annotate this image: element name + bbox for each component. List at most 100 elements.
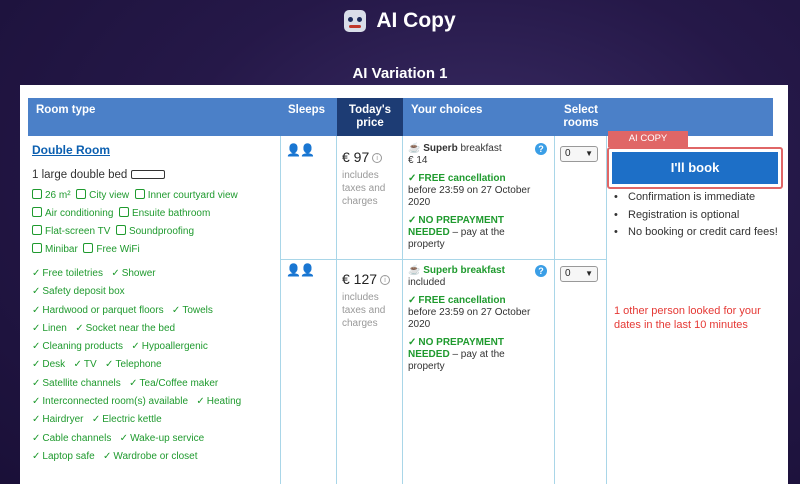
amenity: Inner courtyard view xyxy=(147,190,238,201)
minibar-icon xyxy=(32,243,42,253)
check-icon: ✓ xyxy=(32,396,41,408)
facility-item: Interconnected room(s) available xyxy=(42,396,189,408)
check-icon: ✓ xyxy=(73,359,82,371)
price-value: € 97 xyxy=(342,149,370,165)
wifi-icon xyxy=(83,243,94,253)
amenities-list: 26 m² City view Inner courtyard view Air… xyxy=(32,187,277,259)
sleeps-icon: 👤👤 xyxy=(286,263,315,277)
benefit-item: No booking or credit card fees! xyxy=(612,226,780,240)
sleeps-icon: 👤👤 xyxy=(286,143,315,157)
check-icon: ✓ xyxy=(196,396,205,408)
check-icon: ✓ xyxy=(91,414,101,426)
header-select-rooms: Select rooms xyxy=(563,104,599,129)
facility-row: ✓ Satellite channels ✓ Tea/Coffee maker xyxy=(32,375,277,393)
info-icon[interactable]: i xyxy=(372,153,383,163)
question-icon[interactable]: ? xyxy=(535,265,547,277)
rooms-select[interactable]: 0 ▼ xyxy=(560,266,598,282)
amenity: Free WiFi xyxy=(96,244,140,255)
check-icon: ✓ xyxy=(32,450,41,462)
cancellation-option: ✓ FREE cancellation before 23:59 on 27 Oct… xyxy=(408,173,543,209)
check-icon: ✓ xyxy=(408,173,417,184)
amenity: Ensuite bathroom xyxy=(131,208,211,219)
robot-logo-icon xyxy=(344,10,367,32)
amenity: Soundproofing xyxy=(128,226,195,237)
cancellation-text: before 23:59 on 27 October 2020 xyxy=(408,307,531,330)
chevron-down-icon: ▼ xyxy=(585,149,593,158)
breakfast-label: included xyxy=(408,277,446,288)
question-icon[interactable]: ? xyxy=(535,143,547,155)
facility-row: ✓ Hairdryer ✓ Electric kettle xyxy=(32,411,277,429)
tv-icon xyxy=(32,225,42,235)
divider xyxy=(280,136,281,484)
check-icon: ✓ xyxy=(119,432,129,444)
facility-item: Safety deposit box xyxy=(42,286,125,298)
facility-item: Wardrobe or closet xyxy=(113,450,198,462)
facility-row: ✓ Laptop safe ✓ Wardrobe or closet xyxy=(32,448,277,466)
check-icon: ✓ xyxy=(75,322,84,334)
amenity-row: Minibar Free WiFi xyxy=(32,241,277,259)
facility-row: ✓ Cleaning products ✓ Hypoallergenic xyxy=(32,338,277,356)
facility-row: ✓ Desk ✓ TV ✓ Telephone xyxy=(32,356,277,374)
facility-item: Telephone xyxy=(115,359,162,371)
amenity: Air conditioning xyxy=(45,208,114,219)
variation-title: AI Variation 1 xyxy=(352,65,448,82)
check-icon: ✓ xyxy=(32,432,41,444)
check-icon: ✓ xyxy=(129,377,138,389)
app-header: AI Copy xyxy=(0,6,800,36)
divider xyxy=(280,259,606,260)
soundproof-icon xyxy=(115,225,126,235)
room-name-link[interactable]: Double Room xyxy=(32,143,110,157)
coffee-icon: ☕ xyxy=(408,265,421,276)
facility-item: Laptop safe xyxy=(42,450,95,462)
facility-row: ✓ Cable channels ✓ Wake-up service xyxy=(32,430,277,448)
check-icon: ✓ xyxy=(171,304,181,316)
divider xyxy=(402,136,403,484)
check-icon: ✓ xyxy=(32,304,41,316)
check-icon: ✓ xyxy=(408,337,417,348)
header-your-choices: Your choices xyxy=(411,104,483,116)
booking-benefits: Confirmation is immediate Registration i… xyxy=(612,191,780,244)
breakfast-title: Superb xyxy=(423,143,458,154)
divider xyxy=(554,136,555,484)
facility-item: Hardwood or parquet floors xyxy=(42,304,164,316)
room-type-cell: Double Room 1 large double bed 26 m² Cit… xyxy=(32,143,277,466)
facility-item: Hairdryer xyxy=(42,414,84,426)
facility-item: Electric kettle xyxy=(102,414,162,426)
facility-item: Socket near the bed xyxy=(85,322,176,334)
check-icon: ✓ xyxy=(32,286,41,298)
ai-copy-tag: AI COPY xyxy=(608,131,688,147)
rooms-select-value: 0 xyxy=(565,268,571,279)
facility-row: ✓ Interconnected room(s) available ✓ Heati… xyxy=(32,393,277,411)
check-icon: ✓ xyxy=(32,414,41,426)
check-icon: ✓ xyxy=(103,450,112,462)
facility-row: ✓ Linen ✓ Socket near the bed xyxy=(32,320,277,338)
check-icon: ✓ xyxy=(32,359,41,371)
ill-book-button[interactable]: I'll book xyxy=(612,152,778,184)
facility-row: ✓ Safety deposit box xyxy=(32,283,277,301)
taxes-note: includes taxes and charges xyxy=(342,170,386,207)
header-room-type: Room type xyxy=(36,104,96,116)
prepayment-option: ✓ NO PREPAYMENT NEEDED – pay at the prope… xyxy=(408,337,543,373)
facility-item: Heating xyxy=(206,396,242,408)
facility-item: Free toiletries xyxy=(42,268,103,279)
bed-label: 1 large double bed xyxy=(32,169,128,181)
chevron-down-icon: ▼ xyxy=(585,269,593,278)
check-icon: ✓ xyxy=(105,359,114,371)
rooms-select[interactable]: 0 ▼ xyxy=(560,146,598,162)
taxes-note: includes taxes and charges xyxy=(342,292,386,329)
facility-item: Towels xyxy=(182,304,213,316)
check-icon: ✓ xyxy=(32,268,41,279)
divider xyxy=(336,136,337,484)
cancellation-title: FREE cancellation xyxy=(418,173,506,184)
breakfast-option: ☕ Superb breakfast included xyxy=(408,265,543,289)
header-todays-price: Today's price xyxy=(337,98,403,136)
facility-item: Linen xyxy=(42,322,67,334)
facility-row: ✓ Free toiletries ✓ Shower xyxy=(32,265,277,283)
facility-item: Wake-up service xyxy=(130,432,205,444)
book-button-highlight: I'll book xyxy=(607,147,783,189)
info-icon[interactable]: i xyxy=(379,275,390,285)
booking-panel: Room type Sleeps Today's price Your choi… xyxy=(20,85,788,484)
choices-cell: ☕ Superb breakfast € 14 ✓ FREE cancellatio… xyxy=(408,143,543,251)
courtyard-icon xyxy=(134,189,145,199)
cancellation-title: FREE cancellation xyxy=(418,295,506,306)
